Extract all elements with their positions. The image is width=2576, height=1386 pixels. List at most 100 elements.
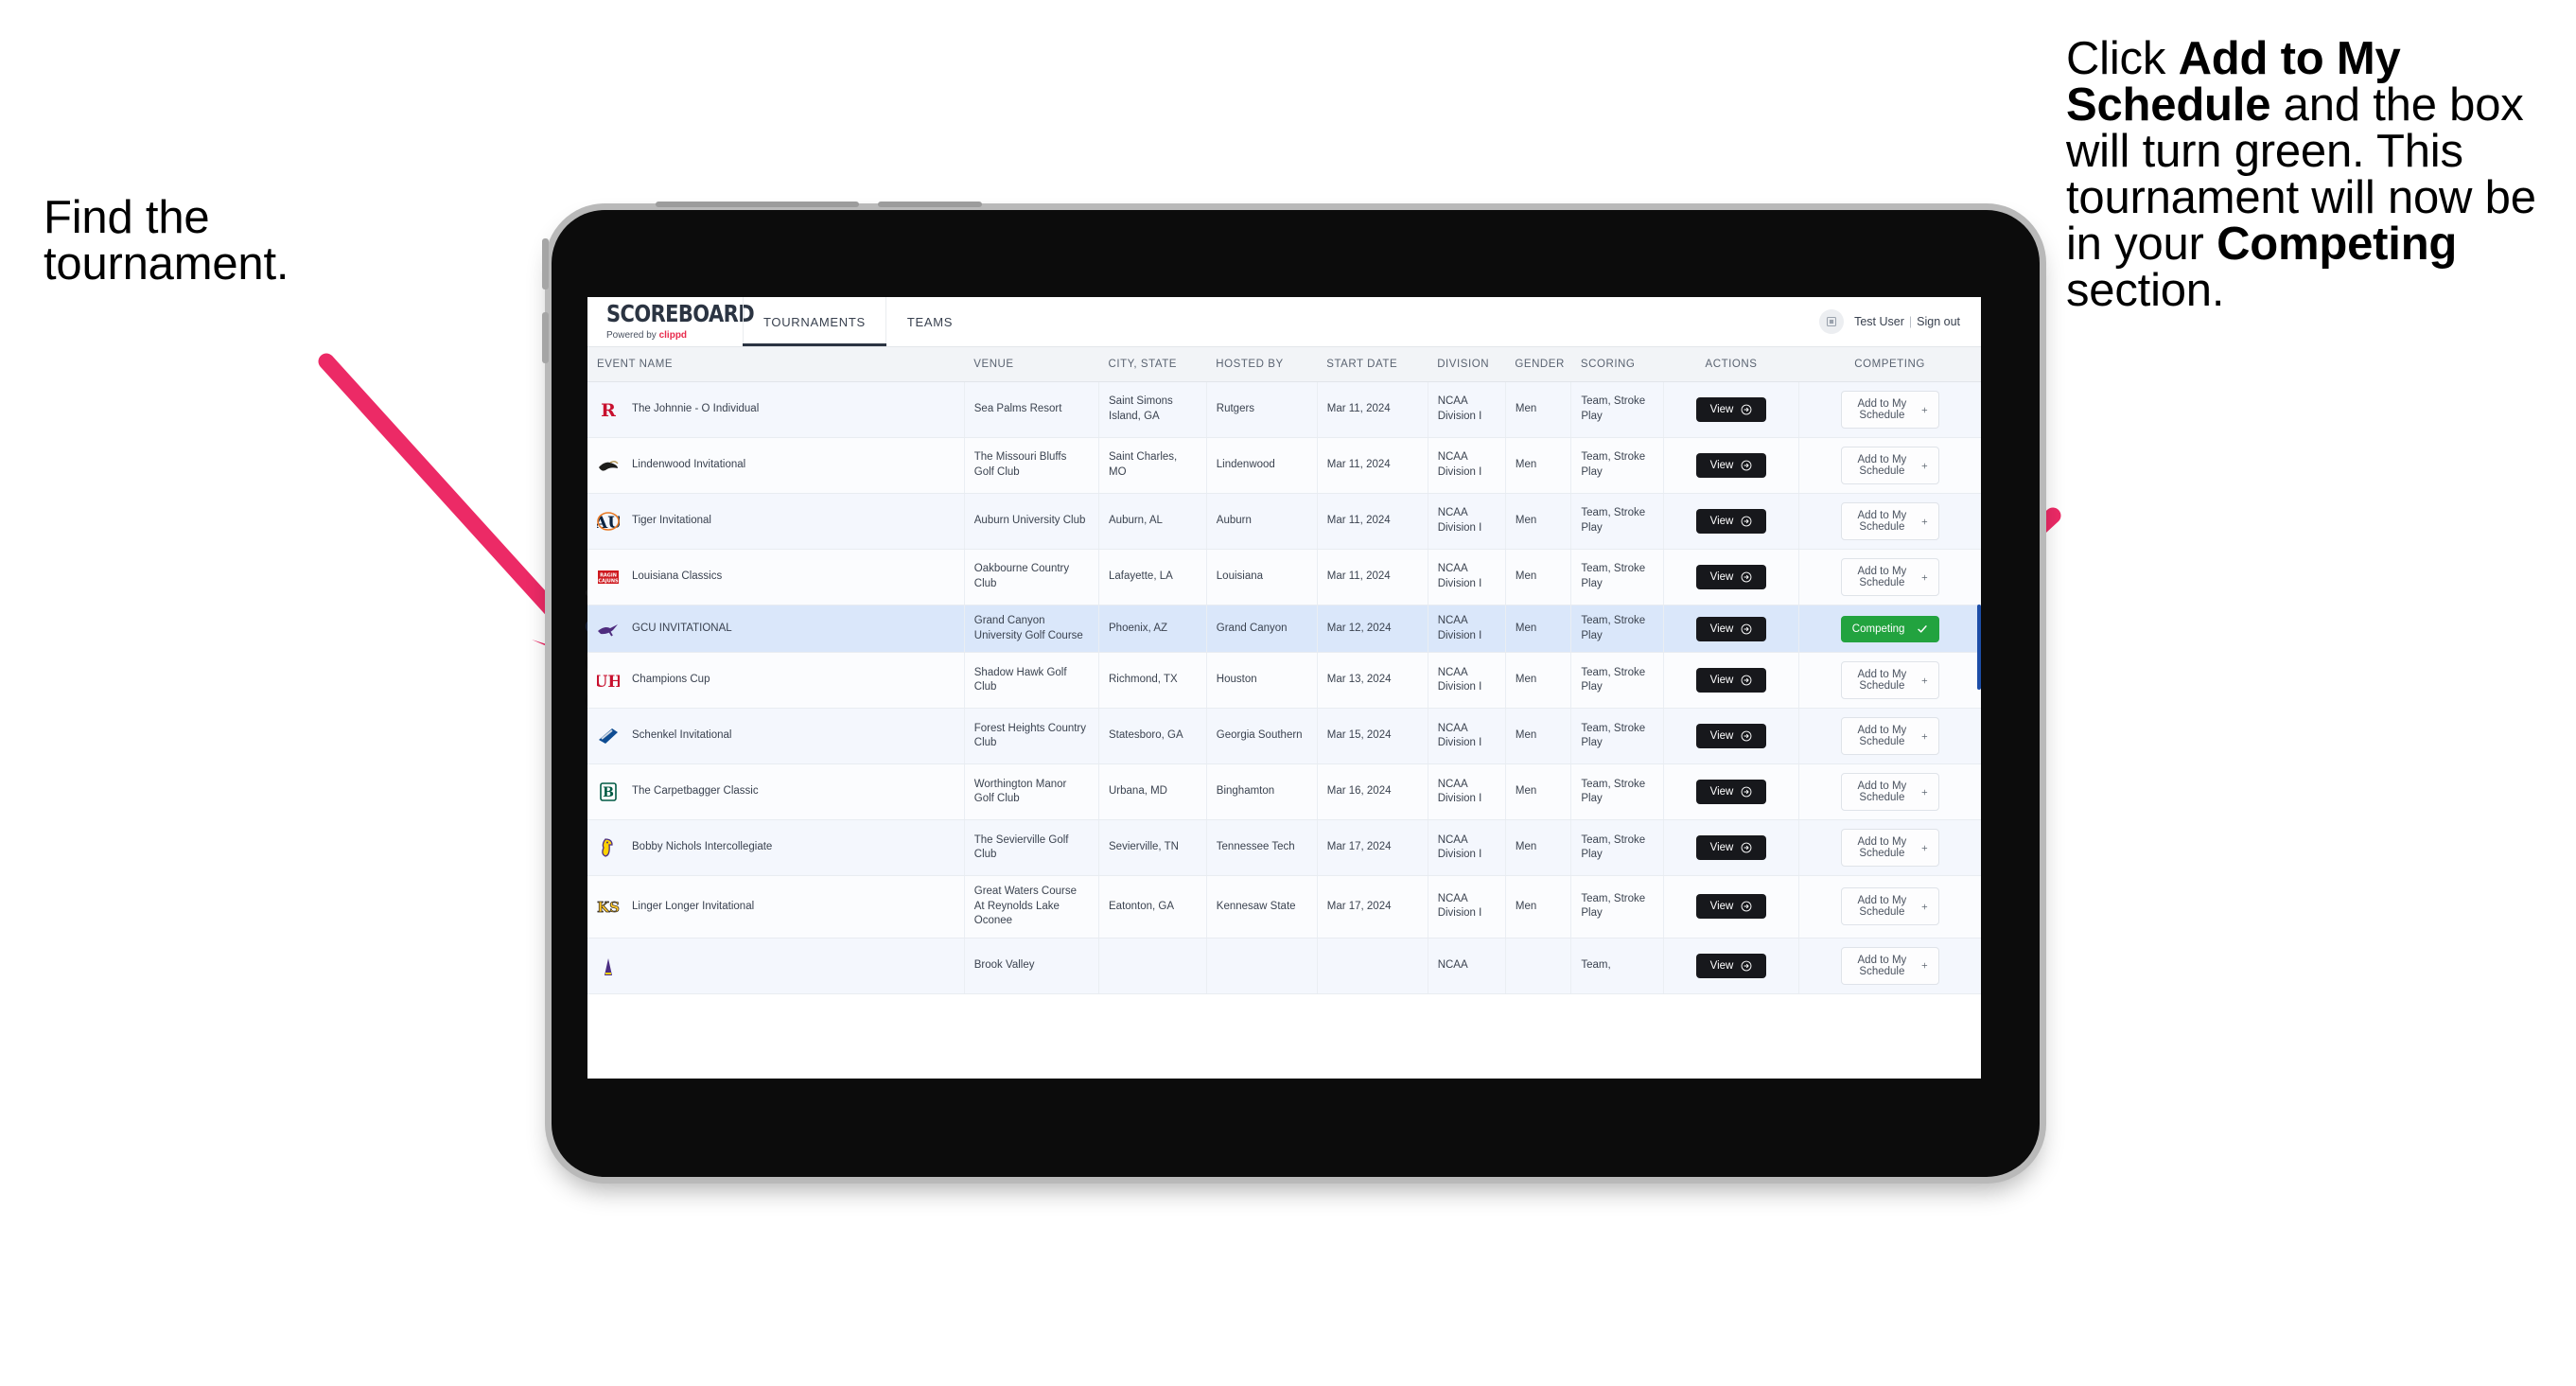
- table-row[interactable]: GCU INVITATIONAL Grand Canyon University …: [587, 605, 1981, 654]
- tablet-screen: SCOREBOARD Powered by clippd TOURNAMENTS…: [587, 297, 1981, 1079]
- cell-division: NCAA: [1428, 938, 1506, 994]
- cell-competing: Add to My Schedule: [1798, 493, 1981, 550]
- table-row[interactable]: B The Carpetbagger Classic Worthington Man…: [587, 763, 1981, 821]
- view-button[interactable]: View: [1695, 397, 1767, 422]
- svg-text:CAJUNS: CAJUNS: [598, 579, 619, 585]
- view-button[interactable]: View: [1695, 780, 1767, 805]
- account-info: Test User | Sign out: [1854, 315, 1960, 328]
- cell-competing: Add to My Schedule: [1798, 875, 1981, 939]
- column-header-start-date[interactable]: START DATE: [1317, 347, 1428, 382]
- cell-start-date: Mar 16, 2024: [1317, 763, 1428, 821]
- cell-scoring: Team, Stroke Play: [1570, 437, 1665, 494]
- view-button[interactable]: View: [1695, 835, 1767, 861]
- add-to-my-schedule-button[interactable]: Add to My Schedule: [1840, 661, 1939, 700]
- add-to-my-schedule-button[interactable]: Add to My Schedule: [1840, 391, 1939, 429]
- rutgers-logo: R: [601, 400, 616, 421]
- tournaments-table: EVENT NAME VENUE CITY, STATE HOSTED BY S…: [587, 347, 1981, 994]
- column-header-hosted-by[interactable]: HOSTED BY: [1206, 347, 1318, 382]
- brand-logo[interactable]: SCOREBOARD Powered by clippd: [587, 297, 755, 346]
- view-button[interactable]: View: [1695, 668, 1767, 693]
- table-row[interactable]: AU Tiger Invitational Auburn University Cl…: [587, 493, 1981, 550]
- add-to-my-schedule-label: Add to My Schedule: [1857, 510, 1907, 533]
- table-header-row: EVENT NAME VENUE CITY, STATE HOSTED BY S…: [587, 347, 1981, 382]
- column-header-venue[interactable]: VENUE: [964, 347, 1099, 382]
- user-name: Test User: [1854, 315, 1904, 328]
- event-name-label: Tiger Invitational: [632, 515, 711, 527]
- event-name-label: Schenkel Invitational: [632, 729, 732, 742]
- cell-event-name: RAGIN CAJUNS Louisiana Classics: [587, 549, 965, 605]
- table-row[interactable]: KS Linger Longer Invitational Great Waters…: [587, 875, 1981, 939]
- team-logo: KS: [597, 895, 620, 918]
- add-to-my-schedule-button[interactable]: Add to My Schedule: [1840, 887, 1939, 926]
- add-to-my-schedule-label: Add to My Schedule: [1857, 836, 1907, 860]
- svg-text:R: R: [601, 400, 616, 421]
- cell-scoring: Team, Stroke Play: [1570, 652, 1665, 710]
- vertical-scrollbar[interactable]: [1977, 605, 1981, 690]
- view-button[interactable]: View: [1695, 724, 1767, 749]
- competing-button[interactable]: Competing: [1840, 615, 1939, 642]
- cell-hosted-by: Binghamton: [1206, 763, 1318, 821]
- tablet-top-edge-detail-2: [878, 202, 982, 207]
- column-header-city-state[interactable]: CITY, STATE: [1098, 347, 1207, 382]
- table-row[interactable]: R The Johnnie - O Individual Sea Palms Res…: [587, 381, 1981, 438]
- annotation-right-bold2: Competing: [2217, 219, 2458, 270]
- app-header: SCOREBOARD Powered by clippd TOURNAMENTS…: [587, 297, 1981, 347]
- cell-hosted-by: Rutgers: [1206, 381, 1318, 438]
- view-button-label: View: [1709, 460, 1734, 471]
- add-to-my-schedule-button[interactable]: Add to My Schedule: [1840, 717, 1939, 756]
- add-to-my-schedule-label: Add to My Schedule: [1857, 895, 1907, 919]
- sign-out-link[interactable]: Sign out: [1917, 315, 1960, 328]
- team-logo: [597, 618, 620, 640]
- team-logo: AU: [597, 510, 620, 533]
- table-row[interactable]: Schenkel Invitational Forest Heights Coun…: [587, 708, 1981, 765]
- cell-hosted-by: Tennessee Tech: [1206, 819, 1318, 877]
- view-button[interactable]: View: [1695, 453, 1767, 478]
- table-header: EVENT NAME VENUE CITY, STATE HOSTED BY S…: [587, 347, 1981, 382]
- tablet-device-frame: SCOREBOARD Powered by clippd TOURNAMENTS…: [542, 202, 2040, 1177]
- tab-tournaments[interactable]: TOURNAMENTS: [743, 297, 886, 346]
- add-to-my-schedule-label: Add to My Schedule: [1857, 725, 1907, 748]
- volume-up-button[interactable]: [542, 238, 549, 289]
- view-button[interactable]: View: [1695, 953, 1767, 978]
- avatar[interactable]: [1819, 309, 1845, 334]
- table-row[interactable]: RAGIN CAJUNS Louisiana Classics Oakbourne C…: [587, 549, 1981, 605]
- view-button[interactable]: View: [1695, 616, 1767, 641]
- cell-venue: Sea Palms Resort: [964, 381, 1100, 438]
- view-button[interactable]: View: [1695, 894, 1767, 920]
- add-to-my-schedule-button[interactable]: Add to My Schedule: [1840, 773, 1939, 812]
- add-to-my-schedule-button[interactable]: Add to My Schedule: [1840, 558, 1939, 596]
- plus-icon: [1921, 845, 1928, 851]
- cell-venue: Grand Canyon University Golf Course: [964, 605, 1100, 654]
- cell-division: NCAA Division I: [1428, 605, 1506, 654]
- brand-powered-by: Powered by clippd: [606, 331, 731, 341]
- column-header-gender[interactable]: GENDER: [1505, 347, 1571, 382]
- add-to-my-schedule-button[interactable]: Add to My Schedule: [1840, 829, 1939, 868]
- team-logo: B: [597, 781, 620, 803]
- table-row[interactable]: Bobby Nichols Intercollegiate The Sevierv…: [587, 819, 1981, 877]
- cell-start-date: Mar 17, 2024: [1317, 819, 1428, 877]
- table-row[interactable]: Brook Valley NCAA Team, View Add to My Sched…: [587, 938, 1981, 994]
- table-row[interactable]: UH Champions Cup Shadow Hawk Golf Club Rich…: [587, 652, 1981, 710]
- view-button[interactable]: View: [1695, 565, 1767, 589]
- add-to-my-schedule-button[interactable]: Add to My Schedule: [1840, 502, 1939, 540]
- team-logo: [597, 725, 620, 747]
- nav-tabs: TOURNAMENTS TEAMS: [743, 297, 973, 346]
- tournaments-table-container[interactable]: EVENT NAME VENUE CITY, STATE HOSTED BY S…: [587, 347, 1981, 1079]
- cell-start-date: Mar 13, 2024: [1317, 652, 1428, 710]
- column-header-division[interactable]: DIVISION: [1428, 347, 1506, 382]
- view-button-label: View: [1709, 901, 1734, 913]
- cell-gender: Men: [1505, 875, 1572, 939]
- cell-scoring: Team, Stroke Play: [1570, 549, 1665, 605]
- add-to-my-schedule-button[interactable]: Add to My Schedule: [1840, 447, 1939, 484]
- table-row[interactable]: Lindenwood Invitational The Missouri Bluf…: [587, 437, 1981, 494]
- cell-start-date: Mar 17, 2024: [1317, 875, 1428, 939]
- view-button[interactable]: View: [1695, 509, 1767, 534]
- volume-down-button[interactable]: [542, 312, 549, 363]
- cell-gender: Men: [1505, 381, 1572, 438]
- tab-teams[interactable]: TEAMS: [886, 297, 973, 346]
- column-header-scoring[interactable]: SCORING: [1570, 347, 1664, 382]
- column-header-event-name[interactable]: EVENT NAME: [587, 347, 965, 382]
- svg-text:KS: KS: [597, 899, 620, 916]
- add-to-my-schedule-button[interactable]: Add to My Schedule: [1840, 946, 1939, 985]
- arrow-right-circle-icon: [1741, 404, 1752, 415]
